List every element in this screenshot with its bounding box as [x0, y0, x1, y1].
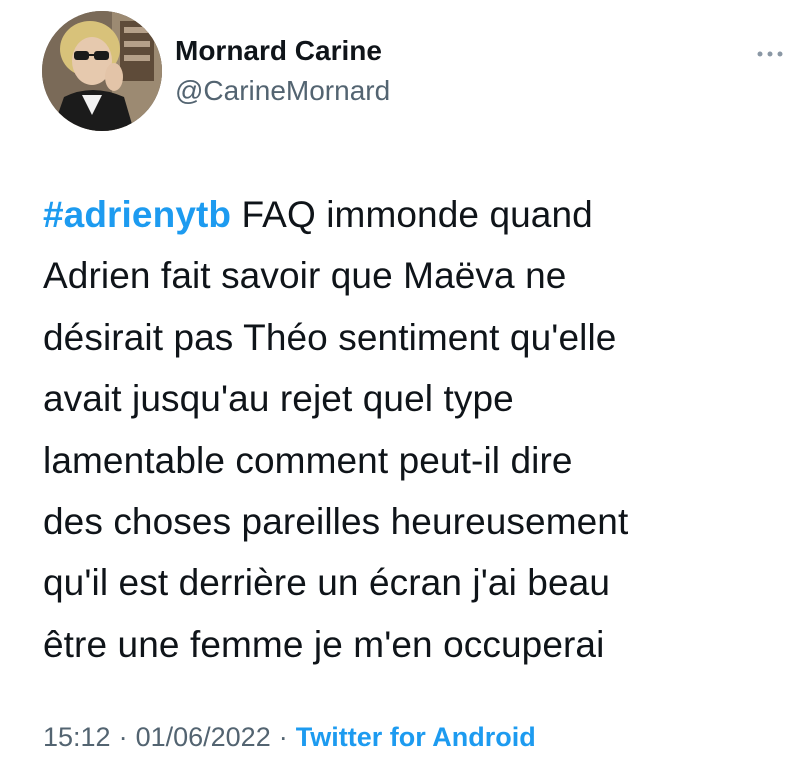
tweet-text-line: être une femme je m'en occuperai [43, 623, 605, 665]
hashtag-link[interactable]: #adrienytb [43, 194, 231, 235]
more-options-button[interactable] [752, 44, 788, 64]
tweet-text-segment: FAQ immonde quand [231, 194, 593, 235]
tweet-time[interactable]: 15:12 [43, 722, 111, 752]
meta-separator: · [118, 722, 128, 752]
tweet-text: #adrienytb FAQ immonde quand Adrien fait… [43, 184, 783, 675]
tweet-text-line: #adrienytb FAQ immonde quand [43, 184, 783, 245]
tweet-text-line: qu'il est derrière un écran j'ai beau [43, 562, 610, 604]
meta-separator: · [278, 722, 288, 752]
tweet-card: Mornard Carine @CarineMornard #adrienytb… [0, 0, 801, 784]
tweet-source-link[interactable]: Twitter for Android [296, 722, 536, 752]
tweet-date[interactable]: 01/06/2022 [136, 722, 271, 752]
author-display-name[interactable]: Mornard Carine [175, 34, 390, 68]
author-info: Mornard Carine @CarineMornard [175, 34, 390, 108]
tweet-metadata: 15:12 · 01/06/2022 · Twitter for Android [43, 720, 536, 754]
more-horizontal-icon [757, 51, 783, 57]
tweet-text-line: lamentable comment peut-il dire [43, 439, 573, 481]
author-handle[interactable]: @CarineMornard [175, 74, 390, 108]
avatar-photo [42, 11, 162, 131]
avatar[interactable] [42, 11, 162, 131]
tweet-text-line: avait jusqu'au rejet quel type [43, 378, 514, 420]
tweet-text-line: désirait pas Théo sentiment qu'elle [43, 316, 617, 358]
tweet-text-line: Adrien fait savoir que Maëva ne [43, 255, 567, 297]
tweet-text-line: des choses pareilles heureusement [43, 501, 629, 543]
